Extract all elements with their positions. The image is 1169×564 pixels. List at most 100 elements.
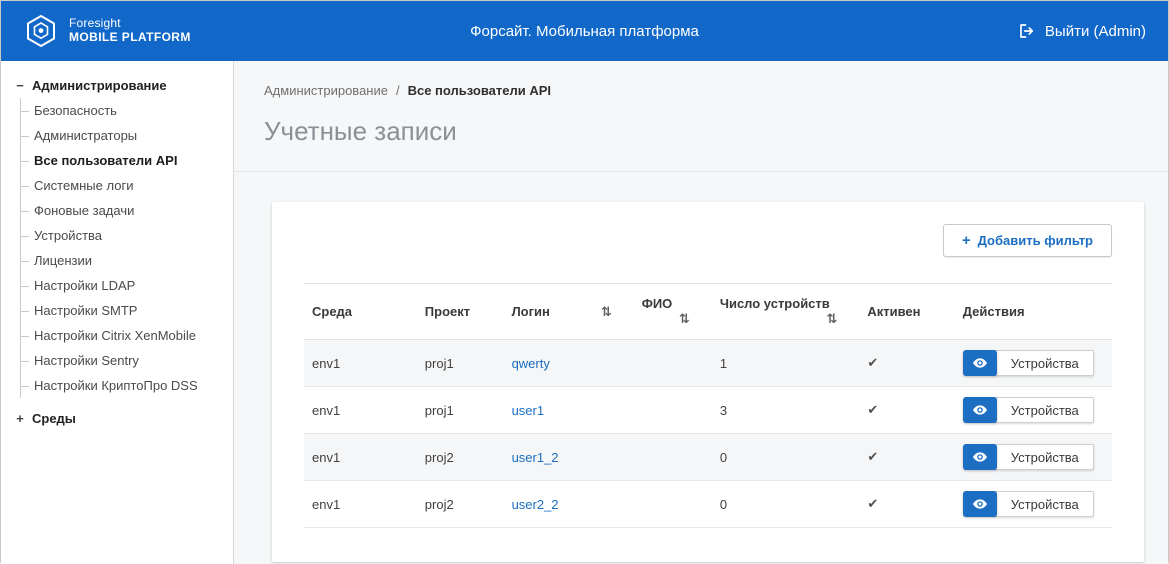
page-title: Учетные записи — [264, 116, 1138, 147]
column-header-active: Активен — [859, 284, 954, 340]
cell-active: ✔ — [859, 387, 954, 434]
breadcrumb-separator: / — [396, 83, 400, 98]
view-button[interactable] — [963, 397, 997, 423]
cell-devices: 0 — [712, 434, 860, 481]
sidebar-root-environments[interactable]: + Среды — [15, 408, 223, 429]
table-row: env1 proj1 qwerty 1 ✔ — [304, 340, 1112, 387]
add-filter-button[interactable]: + Добавить фильтр — [943, 224, 1112, 257]
sidebar-item-citrix-xenmobile-settings[interactable]: Настройки Citrix XenMobile — [21, 323, 223, 348]
cell-project: proj1 — [417, 387, 504, 434]
main-content: Администрирование / Все пользователи API… — [234, 61, 1168, 564]
breadcrumb-current: Все пользователи API — [408, 83, 551, 98]
column-header-fio: ФИО ⇅ — [634, 284, 712, 340]
check-icon: ✔ — [867, 355, 878, 370]
sidebar-item-sentry-settings[interactable]: Настройки Sentry — [21, 348, 223, 373]
hexagon-logo-icon — [23, 13, 59, 49]
cell-devices: 1 — [712, 340, 860, 387]
table-row: env1 proj1 user1 3 ✔ — [304, 387, 1112, 434]
app-title: Форсайт. Мобильная платформа — [470, 23, 699, 40]
actions-group: Устройства — [963, 444, 1094, 470]
login-link[interactable]: qwerty — [512, 356, 550, 371]
column-header-devices: Число устройств ⇅ — [712, 284, 860, 340]
devices-button[interactable]: Устройства — [994, 444, 1094, 470]
check-icon: ✔ — [867, 449, 878, 464]
add-filter-label: Добавить фильтр — [978, 233, 1093, 248]
devices-button[interactable]: Устройства — [994, 397, 1094, 423]
check-icon: ✔ — [867, 496, 878, 511]
eye-icon — [972, 496, 988, 512]
sidebar-item-cryptopro-dss-settings[interactable]: Настройки КриптоПро DSS — [21, 373, 223, 398]
cell-fio — [634, 340, 712, 387]
plus-icon: + — [962, 232, 971, 249]
sidebar-item-ldap-settings[interactable]: Настройки LDAP — [21, 273, 223, 298]
logout-label: Выйти (Admin) — [1045, 23, 1146, 40]
sidebar-item-licenses[interactable]: Лицензии — [21, 248, 223, 273]
cell-fio — [634, 481, 712, 528]
cell-actions: Устройства — [955, 340, 1112, 387]
sort-icon-fio[interactable]: ⇅ — [679, 311, 690, 327]
devices-button[interactable]: Устройства — [994, 491, 1094, 517]
view-button[interactable] — [963, 444, 997, 470]
logout-icon — [1018, 22, 1036, 40]
actions-group: Устройства — [963, 491, 1094, 517]
api-users-table: Среда Проект Логин ⇅ ФИО ⇅ Число устройс… — [304, 283, 1112, 528]
sidebar-item-devices[interactable]: Устройства — [21, 223, 223, 248]
cell-project: proj2 — [417, 434, 504, 481]
app-logo: Foresight MOBILE PLATFORM — [23, 13, 191, 49]
login-link[interactable]: user2_2 — [512, 497, 559, 512]
devices-button[interactable]: Устройства — [994, 350, 1094, 376]
sidebar-item-background-tasks[interactable]: Фоновые задачи — [21, 198, 223, 223]
cell-env: env1 — [304, 434, 417, 481]
logout-button[interactable]: Выйти (Admin) — [1018, 22, 1146, 40]
check-icon: ✔ — [867, 402, 878, 417]
page-header: Администрирование / Все пользователи API… — [234, 61, 1168, 172]
eye-icon — [972, 355, 988, 371]
cell-active: ✔ — [859, 481, 954, 528]
cell-devices: 3 — [712, 387, 860, 434]
sidebar-nav: − Администрирование Безопасность Админис… — [1, 61, 234, 564]
logo-brand-name: Foresight — [69, 17, 191, 31]
cell-active: ✔ — [859, 434, 954, 481]
expand-icon[interactable]: + — [15, 411, 25, 426]
view-button[interactable] — [963, 491, 997, 517]
login-link[interactable]: user1_2 — [512, 450, 559, 465]
breadcrumb-parent[interactable]: Администрирование — [264, 83, 388, 98]
cell-devices: 0 — [712, 481, 860, 528]
sidebar-root-label: Среды — [32, 411, 76, 426]
topbar: Foresight MOBILE PLATFORM Форсайт. Мобил… — [1, 1, 1168, 61]
cell-env: env1 — [304, 481, 417, 528]
sidebar-children: Безопасность Администраторы Все пользова… — [20, 98, 223, 398]
sidebar-item-smtp-settings[interactable]: Настройки SMTP — [21, 298, 223, 323]
cell-actions: Устройства — [955, 481, 1112, 528]
breadcrumb: Администрирование / Все пользователи API — [264, 83, 1138, 98]
sidebar-item-security[interactable]: Безопасность — [21, 98, 223, 123]
actions-group: Устройства — [963, 397, 1094, 423]
column-header-project: Проект — [417, 284, 504, 340]
cell-project: proj2 — [417, 481, 504, 528]
table-header-row: Среда Проект Логин ⇅ ФИО ⇅ Число устройс… — [304, 284, 1112, 340]
sidebar-item-administrators[interactable]: Администраторы — [21, 123, 223, 148]
sort-icon-login[interactable]: ⇅ — [601, 304, 612, 320]
sidebar-item-all-api-users[interactable]: Все пользователи API — [21, 148, 223, 173]
column-header-env: Среда — [304, 284, 417, 340]
view-button[interactable] — [963, 350, 997, 376]
cell-actions: Устройства — [955, 387, 1112, 434]
table-row: env1 proj2 user2_2 0 ✔ — [304, 481, 1112, 528]
actions-group: Устройства — [963, 350, 1094, 376]
collapse-icon[interactable]: − — [15, 78, 25, 93]
cell-login: qwerty — [504, 340, 634, 387]
accounts-card: + Добавить фильтр Среда Проект Логин ⇅ Ф… — [272, 202, 1144, 562]
sort-icon-devices[interactable]: ⇅ — [826, 311, 837, 327]
column-header-actions: Действия — [955, 284, 1112, 340]
sidebar-item-system-logs[interactable]: Системные логи — [21, 173, 223, 198]
cell-env: env1 — [304, 387, 417, 434]
sidebar-root-administration[interactable]: − Администрирование — [15, 75, 223, 96]
eye-icon — [972, 449, 988, 465]
cell-active: ✔ — [859, 340, 954, 387]
cell-fio — [634, 434, 712, 481]
login-link[interactable]: user1 — [512, 403, 545, 418]
eye-icon — [972, 402, 988, 418]
cell-login: user1_2 — [504, 434, 634, 481]
table-row: env1 proj2 user1_2 0 ✔ — [304, 434, 1112, 481]
cell-login: user1 — [504, 387, 634, 434]
